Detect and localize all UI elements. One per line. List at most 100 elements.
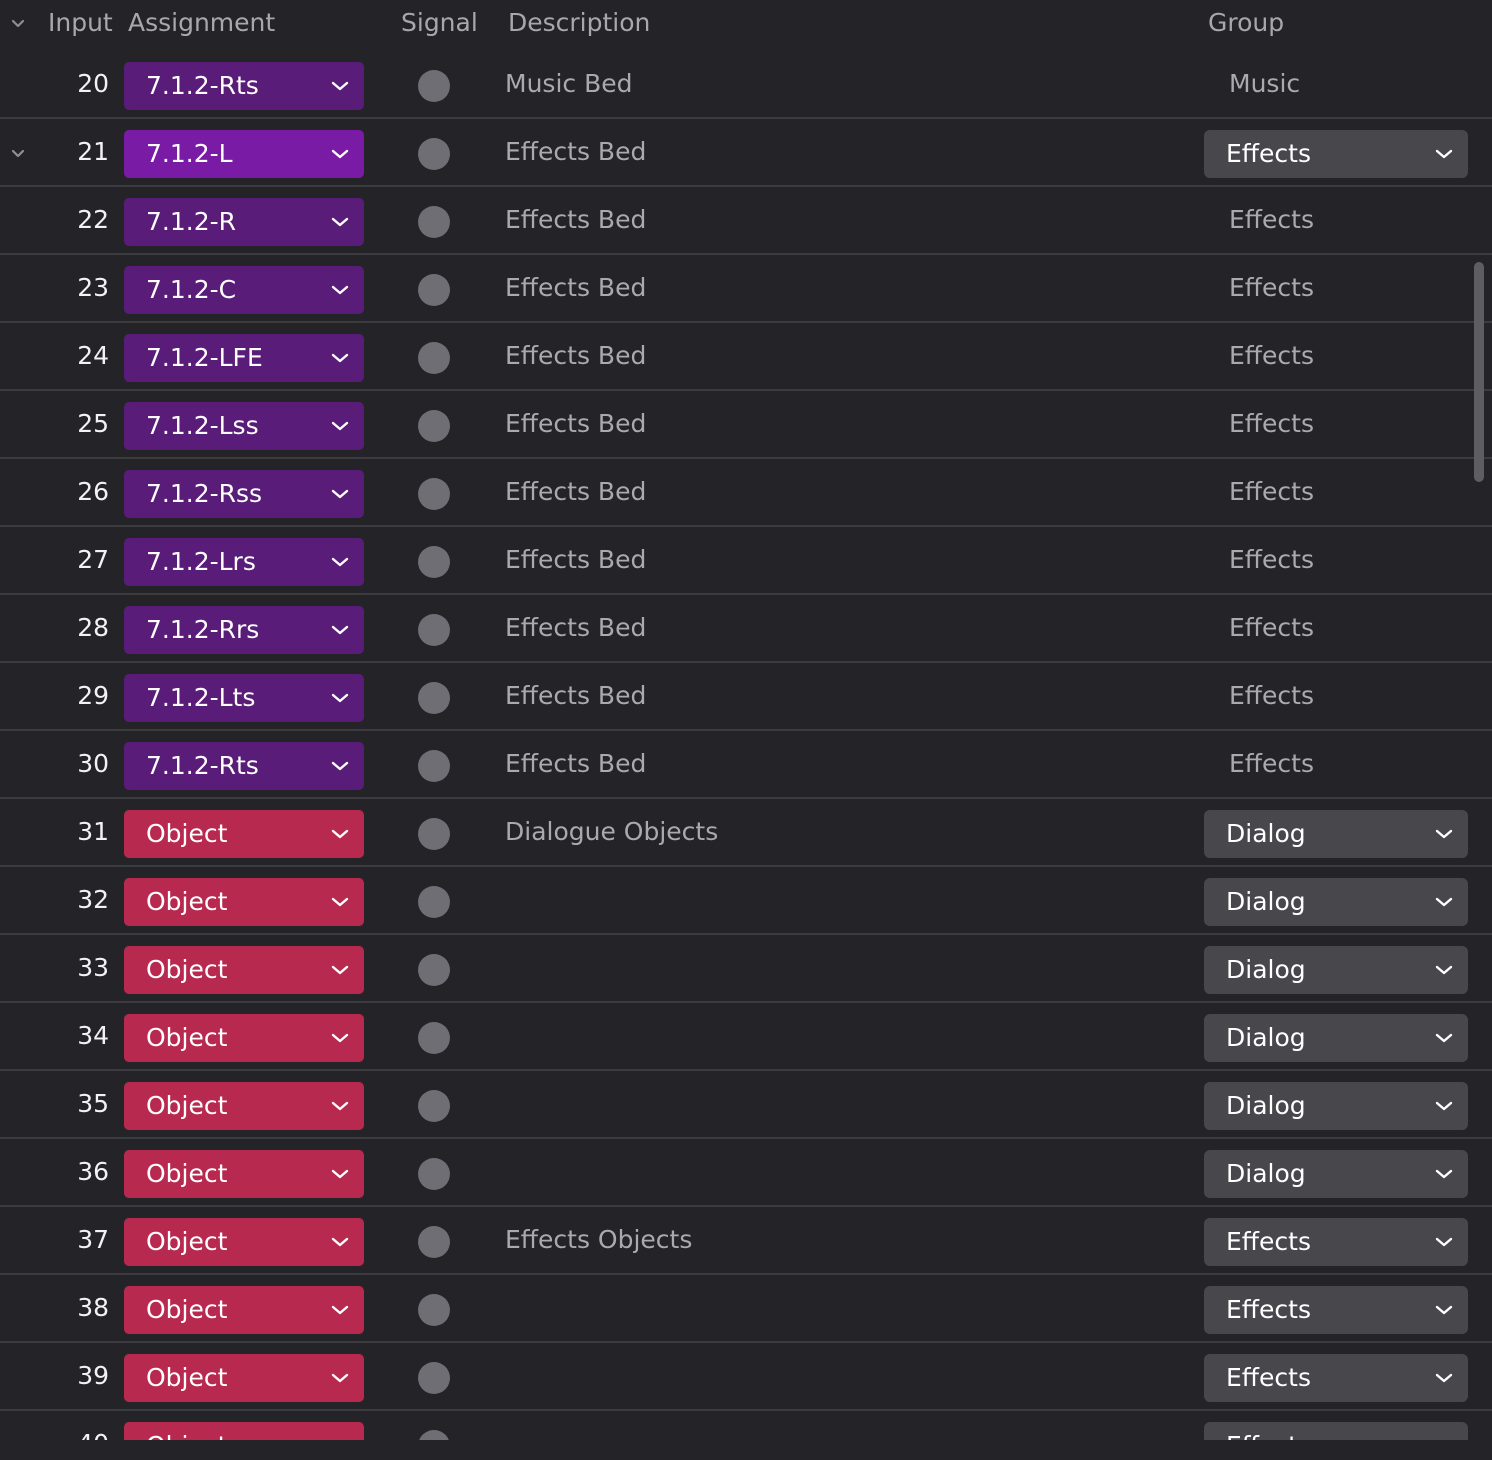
chevron-down-icon xyxy=(331,285,349,295)
assignment-dropdown[interactable]: Object xyxy=(124,1082,364,1130)
column-header-signal[interactable]: Signal xyxy=(401,8,478,37)
group-text[interactable]: Music xyxy=(1229,69,1300,98)
assignment-dropdown[interactable]: 7.1.2-L xyxy=(124,130,364,178)
group-dropdown[interactable]: Effects xyxy=(1204,1218,1468,1266)
table-row[interactable]: 32 Object Dialog xyxy=(0,868,1492,935)
table-row[interactable]: 22 7.1.2-R Effects Bed Effects xyxy=(0,188,1492,255)
table-row[interactable]: 36 Object Dialog xyxy=(0,1140,1492,1207)
group-text[interactable]: Effects xyxy=(1229,341,1314,370)
description-text[interactable]: Effects Bed xyxy=(505,681,646,710)
group-dropdown[interactable]: Effects xyxy=(1204,130,1468,178)
description-text[interactable]: Effects Bed xyxy=(505,749,646,778)
table-row[interactable]: 27 7.1.2-Lrs Effects Bed Effects xyxy=(0,528,1492,595)
group-text[interactable]: Effects xyxy=(1229,681,1314,710)
table-row[interactable]: 29 7.1.2-Lts Effects Bed Effects xyxy=(0,664,1492,731)
group-text[interactable]: Effects xyxy=(1229,273,1314,302)
group-text[interactable]: Effects xyxy=(1229,749,1314,778)
group-dropdown[interactable]: Dialog xyxy=(1204,810,1468,858)
assignment-dropdown[interactable]: 7.1.2-Rts xyxy=(124,62,364,110)
description-text[interactable]: Effects Bed xyxy=(505,205,646,234)
row-divider xyxy=(0,1341,1492,1343)
chevron-down-icon xyxy=(331,829,349,839)
table-row[interactable]: 23 7.1.2-C Effects Bed Effects xyxy=(0,256,1492,323)
group-dropdown[interactable]: Dialog xyxy=(1204,1150,1468,1198)
table-row[interactable]: 25 7.1.2-Lss Effects Bed Effects xyxy=(0,392,1492,459)
assignment-dropdown[interactable]: 7.1.2-R xyxy=(124,198,364,246)
description-text[interactable]: Effects Bed xyxy=(505,477,646,506)
table-row[interactable]: 24 7.1.2-LFE Effects Bed Effects xyxy=(0,324,1492,391)
table-row[interactable]: 30 7.1.2-Rts Effects Bed Effects xyxy=(0,732,1492,799)
assignment-dropdown[interactable]: Object xyxy=(124,946,364,994)
row-divider xyxy=(0,1069,1492,1071)
table-row[interactable]: 39 Object Effects xyxy=(0,1344,1492,1411)
group-dropdown[interactable]: Effects xyxy=(1204,1422,1468,1440)
description-text[interactable]: Dialogue Objects xyxy=(505,817,718,846)
assignment-dropdown[interactable]: Object xyxy=(124,810,364,858)
group-text[interactable]: Effects xyxy=(1229,545,1314,574)
group-text[interactable]: Effects xyxy=(1229,409,1314,438)
description-text[interactable]: Effects Bed xyxy=(505,545,646,574)
assignment-dropdown[interactable]: 7.1.2-Rss xyxy=(124,470,364,518)
input-number: 33 xyxy=(77,953,109,982)
group-dropdown[interactable]: Dialog xyxy=(1204,1014,1468,1062)
row-divider xyxy=(0,661,1492,663)
assignment-dropdown[interactable]: 7.1.2-LFE xyxy=(124,334,364,382)
column-header-description[interactable]: Description xyxy=(508,8,650,37)
assignment-dropdown[interactable]: 7.1.2-Lrs xyxy=(124,538,364,586)
assignment-dropdown[interactable]: Object xyxy=(124,1354,364,1402)
table-row[interactable]: 31 Object Dialogue Objects Dialog xyxy=(0,800,1492,867)
assignment-dropdown[interactable]: 7.1.2-Rrs xyxy=(124,606,364,654)
assignment-dropdown[interactable]: 7.1.2-Rts xyxy=(124,742,364,790)
group-text[interactable]: Effects xyxy=(1229,613,1314,642)
chevron-down-icon xyxy=(328,1436,352,1440)
input-list[interactable]: Input Assignment Signal Description Grou… xyxy=(0,0,1492,1440)
vertical-scrollbar[interactable] xyxy=(1474,262,1484,482)
description-text[interactable]: Effects Bed xyxy=(505,341,646,370)
chevron-down-icon[interactable] xyxy=(8,14,28,34)
group-dropdown[interactable]: Effects xyxy=(1204,1286,1468,1334)
description-text[interactable]: Effects Bed xyxy=(505,273,646,302)
column-header-input[interactable]: Input xyxy=(48,8,113,37)
description-text[interactable]: Effects Bed xyxy=(505,613,646,642)
column-header-group[interactable]: Group xyxy=(1208,8,1284,37)
table-row[interactable]: 28 7.1.2-Rrs Effects Bed Effects xyxy=(0,596,1492,663)
column-header-assignment[interactable]: Assignment xyxy=(128,8,275,37)
table-row[interactable]: 20 7.1.2-Rts Music Bed Music xyxy=(0,52,1492,119)
group-dropdown[interactable]: Dialog xyxy=(1204,946,1468,994)
signal-indicator xyxy=(418,682,450,714)
table-row[interactable]: 21 7.1.2-L Effects Bed Effects xyxy=(0,120,1492,187)
assignment-dropdown[interactable]: Object xyxy=(124,1150,364,1198)
group-dropdown[interactable]: Effects xyxy=(1204,1354,1468,1402)
chevron-down-icon xyxy=(331,1101,349,1111)
assignment-dropdown[interactable]: 7.1.2-C xyxy=(124,266,364,314)
assignment-dropdown[interactable]: Object xyxy=(124,1218,364,1266)
description-text[interactable]: Effects Bed xyxy=(505,409,646,438)
table-row[interactable]: 40 Object Effects xyxy=(0,1412,1492,1440)
assignment-label: 7.1.2-Rrs xyxy=(146,615,260,644)
description-text[interactable]: Effects Objects xyxy=(505,1225,692,1254)
table-row[interactable]: 37 Object Effects Objects Effects xyxy=(0,1208,1492,1275)
chevron-down-icon[interactable] xyxy=(8,144,28,164)
table-row[interactable]: 35 Object Dialog xyxy=(0,1072,1492,1139)
group-text[interactable]: Effects xyxy=(1229,477,1314,506)
chevron-down-icon xyxy=(331,1373,349,1383)
group-dropdown[interactable]: Dialog xyxy=(1204,1082,1468,1130)
assignment-dropdown[interactable]: 7.1.2-Lts xyxy=(124,674,364,722)
group-label: Dialog xyxy=(1226,1159,1306,1188)
table-row[interactable]: 33 Object Dialog xyxy=(0,936,1492,1003)
group-dropdown[interactable]: Dialog xyxy=(1204,878,1468,926)
assignment-dropdown[interactable]: Object xyxy=(124,878,364,926)
table-row[interactable]: 38 Object Effects xyxy=(0,1276,1492,1343)
group-text[interactable]: Effects xyxy=(1229,205,1314,234)
signal-indicator xyxy=(418,1090,450,1122)
description-text[interactable]: Effects Bed xyxy=(505,137,646,166)
assignment-dropdown[interactable]: Object xyxy=(124,1286,364,1334)
description-text[interactable]: Music Bed xyxy=(505,69,632,98)
assignment-dropdown[interactable]: Object xyxy=(124,1014,364,1062)
assignment-dropdown[interactable]: 7.1.2-Lss xyxy=(124,402,364,450)
input-number: 28 xyxy=(77,613,109,642)
table-row[interactable]: 34 Object Dialog xyxy=(0,1004,1492,1071)
assignment-dropdown[interactable]: Object xyxy=(124,1422,364,1440)
assignment-label: 7.1.2-Rts xyxy=(146,71,259,100)
table-row[interactable]: 26 7.1.2-Rss Effects Bed Effects xyxy=(0,460,1492,527)
